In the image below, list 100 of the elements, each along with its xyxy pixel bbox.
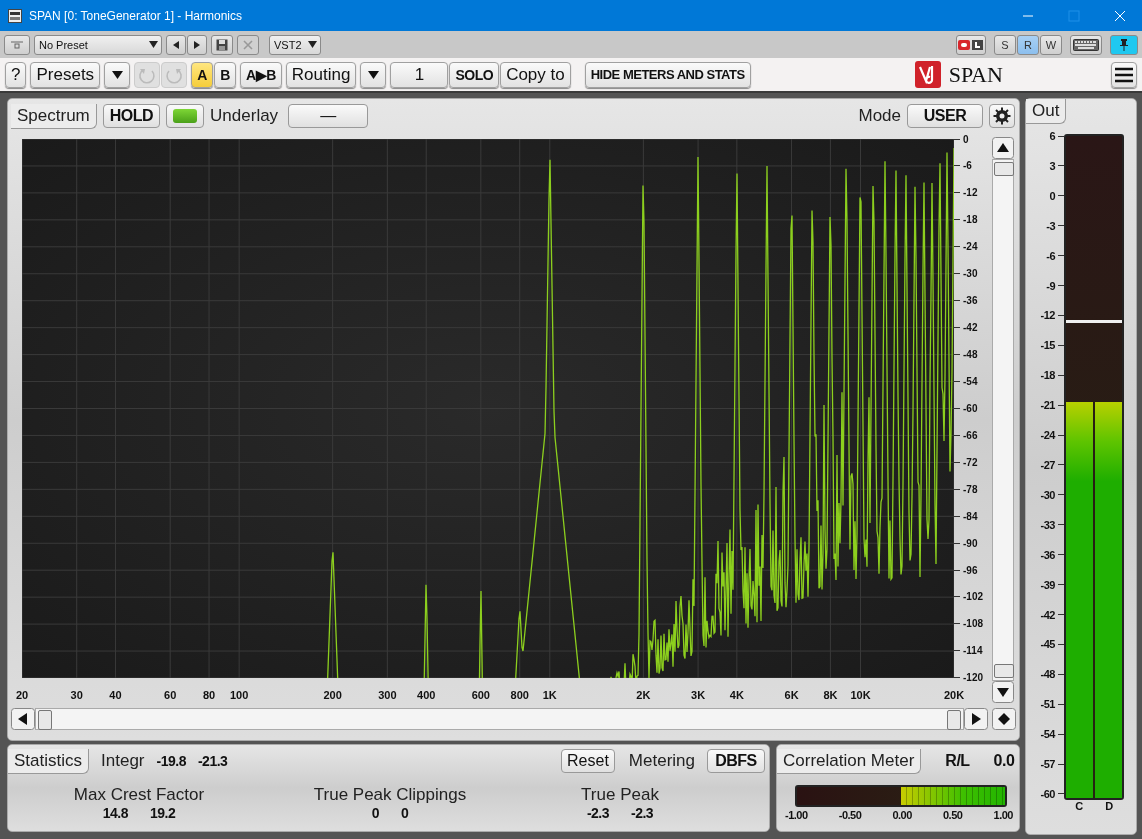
mode-button[interactable]: S xyxy=(994,34,1016,55)
scale-label: 1.00 xyxy=(993,809,1013,821)
axis-label: -78 xyxy=(963,483,978,495)
stat-value: 19.2 xyxy=(150,805,176,821)
panel-title: Correlation Meter xyxy=(777,748,922,774)
copy-ab-button[interactable]: A▶B xyxy=(240,61,282,88)
format-dropdown[interactable]: VST2 xyxy=(269,34,321,55)
axis-label: 600 xyxy=(471,689,490,701)
ab-tab[interactable]: A xyxy=(191,61,214,88)
automation-icon xyxy=(958,38,984,51)
stat-label: True Peak xyxy=(581,785,659,805)
mode-button[interactable]: R xyxy=(1017,34,1039,55)
stat-value: 0 xyxy=(371,805,379,821)
scale-label: -33 xyxy=(1040,518,1055,531)
scroll-thumb[interactable] xyxy=(947,710,961,730)
axis-label: -102 xyxy=(963,591,983,603)
scale-label: -21 xyxy=(1040,399,1055,412)
hide-meters-button[interactable]: HIDE METERS AND STATS xyxy=(584,61,751,88)
settings-button[interactable] xyxy=(989,104,1015,128)
scroll-up-icon[interactable] xyxy=(992,137,1014,159)
scale-label: -6 xyxy=(1046,249,1055,262)
scroll-thumb[interactable] xyxy=(994,162,1014,176)
stat-value: 14.8 xyxy=(102,805,128,821)
presets-menu-button[interactable] xyxy=(104,61,131,88)
axis-label: -18 xyxy=(963,214,978,226)
pin-button[interactable] xyxy=(1110,34,1138,55)
bypass-button[interactable] xyxy=(4,34,30,55)
vertical-scrollbar[interactable] xyxy=(992,137,1014,703)
scale-label: -39 xyxy=(1040,578,1055,591)
display-toggle[interactable] xyxy=(166,104,205,128)
scroll-thumb[interactable] xyxy=(38,710,52,730)
next-button[interactable] xyxy=(187,34,207,55)
axis-label: -96 xyxy=(963,564,978,576)
axis-label: -30 xyxy=(963,268,978,280)
reset-button[interactable]: Reset xyxy=(561,749,615,773)
integrated-label: Integr xyxy=(101,751,145,771)
app-icon xyxy=(8,8,22,23)
previous-button[interactable] xyxy=(166,34,186,55)
scroll-thumb[interactable] xyxy=(994,664,1014,678)
underlay-button[interactable]: — xyxy=(288,104,369,128)
automation-button[interactable] xyxy=(956,34,986,55)
routing-button[interactable]: Routing xyxy=(285,61,357,88)
channel-pair-label: R/L xyxy=(945,752,970,770)
copy-to-button[interactable]: Copy to xyxy=(500,61,571,88)
scale-label: -0.50 xyxy=(838,809,862,821)
scale-label: -1.00 xyxy=(785,809,808,821)
keyboard-button[interactable] xyxy=(1070,34,1102,55)
scroll-right-icon[interactable] xyxy=(964,708,988,730)
panel-title: Statistics xyxy=(8,748,90,774)
settings-icon xyxy=(993,107,1011,125)
metering-button[interactable]: DBFS xyxy=(707,749,765,773)
stat-label: True Peak Clippings xyxy=(313,785,467,805)
axis-label: -84 xyxy=(963,510,978,522)
scale-label: 0.50 xyxy=(943,809,963,821)
menu-button[interactable] xyxy=(1111,61,1137,88)
horizontal-scrollbar[interactable] xyxy=(11,708,988,730)
scroll-left-icon[interactable] xyxy=(11,708,35,730)
left-arrow-icon xyxy=(173,40,179,49)
scale-label: -42 xyxy=(1040,608,1055,621)
close-icon[interactable] xyxy=(1114,9,1126,22)
axis-label: 80 xyxy=(202,689,216,701)
channel-label: C xyxy=(1075,800,1083,812)
solo-button[interactable]: SOLO xyxy=(449,61,500,88)
axis-label: -48 xyxy=(963,349,978,360)
window-title: SPAN [0: ToneGenerator 1] - Harmonics xyxy=(29,8,242,23)
axis-label: -108 xyxy=(963,618,983,630)
axis-label: -6 xyxy=(963,160,972,172)
preset-dropdown[interactable]: No Preset xyxy=(34,34,162,55)
axis-label: 60 xyxy=(164,689,177,701)
presets-button[interactable]: Presets xyxy=(30,61,101,88)
scroll-down-icon[interactable] xyxy=(992,681,1014,703)
axis-label: 20K xyxy=(943,689,965,701)
scale-label: -51 xyxy=(1040,698,1055,711)
scale-label: -3 xyxy=(1046,219,1055,232)
scale-label: -36 xyxy=(1040,548,1055,561)
mode-button[interactable]: USER xyxy=(907,104,983,128)
mode-button[interactable]: W xyxy=(1040,34,1062,55)
scale-label: -60 xyxy=(1040,787,1055,800)
scale-label: -45 xyxy=(1040,638,1055,651)
scale-label: -30 xyxy=(1040,488,1055,501)
save-button[interactable] xyxy=(211,34,233,55)
scale-label: -24 xyxy=(1040,429,1055,442)
hold-button[interactable]: HOLD xyxy=(102,104,161,128)
axis-label: -60 xyxy=(963,402,978,414)
routing-menu-button[interactable] xyxy=(360,61,387,88)
pin-icon xyxy=(1119,38,1129,51)
metering-label: Metering xyxy=(628,751,695,771)
scale-label: -48 xyxy=(1040,668,1055,681)
ab-tab[interactable]: B xyxy=(214,61,237,88)
correlation-value: 0.0 xyxy=(993,752,1015,770)
channel-button[interactable]: 1 xyxy=(390,61,449,88)
panel-title: Out xyxy=(1026,99,1067,124)
axis-label: 20 xyxy=(15,689,29,701)
scale-label: 0.00 xyxy=(892,809,912,821)
axis-label: 4K xyxy=(729,689,744,701)
help-button[interactable]: ? xyxy=(5,61,27,88)
close-icon xyxy=(243,39,253,50)
axis-label: -66 xyxy=(963,429,978,441)
axis-label: 10K xyxy=(850,689,871,701)
menu-icon xyxy=(1115,66,1133,83)
